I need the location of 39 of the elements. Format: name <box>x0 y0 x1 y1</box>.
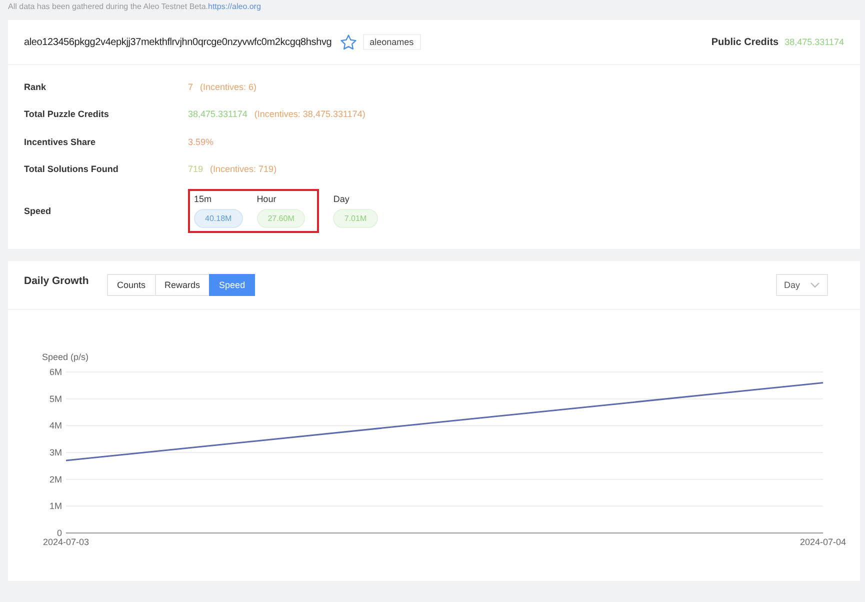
tick-label: 3M <box>49 448 62 458</box>
tick-label: 2024-07-04 <box>800 537 846 547</box>
chevron-icon <box>810 282 820 288</box>
tick-label: 6M <box>49 367 62 377</box>
period-dropdown[interactable]: Day <box>776 274 828 296</box>
notice-text: All data has been gathered during the Aleo Testnet Beta.https://aleo.org <box>8 1 262 13</box>
tick-label: 4M <box>49 420 62 431</box>
public-credits-label: Public Credits <box>711 36 779 48</box>
detail-label: Incentives Share <box>24 136 97 147</box>
axis-title: Speed (p/s) <box>42 352 89 362</box>
detail-label: Total Puzzle Credits <box>24 109 110 120</box>
section-title: Daily Growth <box>24 275 90 287</box>
tick-label: 5M <box>49 394 62 404</box>
incentives-text: (Incentives: 6) <box>200 82 257 92</box>
period-label: Hour <box>256 194 278 204</box>
speed-pill: 40.18M <box>194 209 243 228</box>
detail-value: 7 <box>188 82 194 92</box>
incentives-text: (Incentives: 38,475.331174) <box>254 109 366 120</box>
period-label: 15m <box>194 194 213 204</box>
detail-label: Speed <box>24 206 52 216</box>
detail-label: Rank <box>24 82 48 92</box>
incentives-text: (Incentives: 719) <box>210 164 277 174</box>
public-credits-value: 38,475.331174 <box>784 37 844 47</box>
name-tag: aleonames <box>362 34 421 50</box>
tick-label: 1M <box>49 501 62 512</box>
period-label: Day <box>333 194 350 204</box>
speed-pill: 7.01M <box>333 209 378 228</box>
chart-tab[interactable]: Rewards <box>154 274 210 296</box>
detail-value: 719 <box>188 164 204 174</box>
chart-tab[interactable]: Counts <box>107 274 156 296</box>
detail-value: 3.59% <box>188 136 214 147</box>
star-icon[interactable] <box>340 34 357 50</box>
address-text: aleo123456pkgg2v4epkjj37mekthflrvjhn0qrcge0nzyvwfc0m2kcgq8hshvg <box>24 36 332 48</box>
tick-label: 0 <box>56 528 62 538</box>
detail-label: Total Solutions Found <box>24 164 120 174</box>
detail-value: 38,475.331174 <box>188 109 248 120</box>
tick-label: 2M <box>49 474 62 484</box>
speed-pill: 27.60M <box>256 209 306 228</box>
tick-label: 2024-07-03 <box>42 537 90 547</box>
